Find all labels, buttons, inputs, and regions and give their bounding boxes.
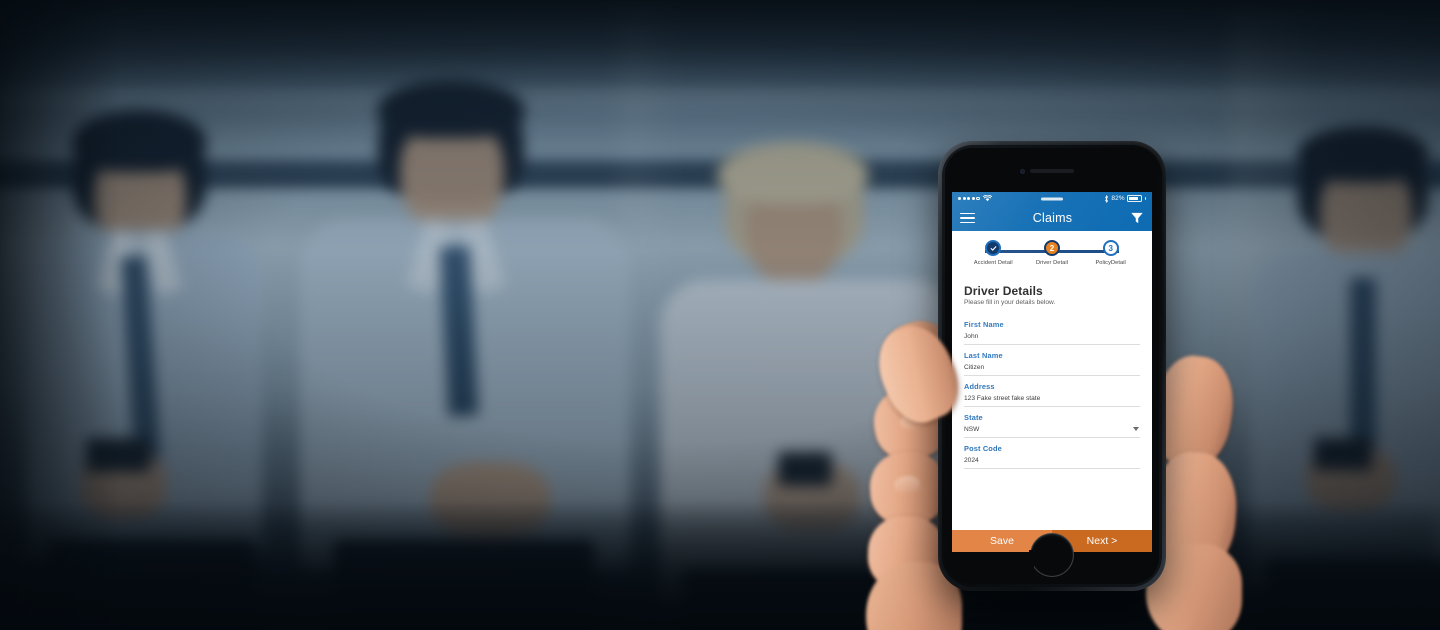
section-heading: Driver Details [964, 284, 1043, 298]
field-value[interactable]: Citizen [964, 364, 1140, 371]
stepper-label: PolicyDetail [1095, 260, 1126, 266]
field-value[interactable]: John [964, 333, 1140, 340]
funnel-filter-icon[interactable] [1130, 211, 1144, 225]
progress-stepper: Accident Detail 2 Driver Detail 3 Policy… [952, 231, 1152, 280]
battery-cap [1144, 197, 1146, 200]
phone-device: 82% Claims Accident Detail 2 Driver Deta… [938, 141, 1166, 591]
check-icon [990, 245, 997, 251]
battery-icon [1127, 195, 1143, 202]
status-bar-right: 82% [1104, 194, 1146, 203]
field-value[interactable]: NSW [964, 426, 1140, 433]
field-label: Post Code [964, 444, 1002, 453]
field-last-name[interactable]: Last Name Citizen [964, 345, 1140, 376]
background-top-shade [0, 0, 1440, 90]
earpiece-speaker [1030, 169, 1074, 173]
bluetooth-icon [1104, 194, 1108, 203]
driver-details-form: First Name John Last Name Citizen Addres… [952, 314, 1152, 469]
front-camera-icon [1020, 169, 1025, 174]
status-bar: 82% [952, 192, 1152, 205]
home-button[interactable] [1029, 533, 1074, 577]
field-label: First Name [964, 320, 1004, 329]
screenshot-stage: 82% Claims Accident Detail 2 Driver Deta… [0, 0, 1440, 630]
field-value[interactable]: 2024 [964, 457, 1140, 464]
stepper-step-2[interactable]: 2 Driver Detail [1023, 240, 1082, 266]
thumb-over-phone [866, 316, 970, 446]
section-subheading: Please fill in your details below. [964, 299, 1056, 306]
app-nav-bar: Claims [952, 205, 1152, 231]
status-bar-center-indicator [1041, 197, 1063, 200]
stepper-label: Accident Detail [973, 260, 1013, 266]
stepper-step-1[interactable]: Accident Detail [964, 240, 1023, 266]
stepper-label: Driver Detail [1035, 260, 1069, 266]
stepper-step-3[interactable]: 3 PolicyDetail [1081, 240, 1140, 266]
wifi-icon [983, 195, 993, 202]
field-first-name[interactable]: First Name John [964, 314, 1140, 345]
battery-percent-label: 82% [1111, 195, 1125, 202]
signal-strength-icon [958, 196, 981, 201]
field-state[interactable]: State NSW [964, 407, 1140, 438]
section-header: Driver Details Please fill in your detai… [952, 280, 1152, 314]
stepper-circle-todo: 3 [1102, 240, 1119, 256]
stepper-circle-active: 2 [1044, 240, 1060, 256]
chevron-down-icon[interactable] [1133, 427, 1139, 431]
hamburger-menu-icon[interactable] [960, 212, 975, 224]
field-address[interactable]: Address 123 Fake street fake state [964, 376, 1140, 407]
field-label: State [964, 413, 983, 422]
phone-screen: 82% Claims Accident Detail 2 Driver Deta… [952, 192, 1152, 552]
field-label: Last Name [964, 351, 1003, 360]
page-title: Claims [1032, 211, 1073, 225]
field-value[interactable]: 123 Fake street fake state [964, 395, 1140, 402]
stepper-circle-done [985, 240, 1002, 256]
field-post-code[interactable]: Post Code 2024 [964, 438, 1140, 469]
field-label: Address [964, 382, 995, 391]
